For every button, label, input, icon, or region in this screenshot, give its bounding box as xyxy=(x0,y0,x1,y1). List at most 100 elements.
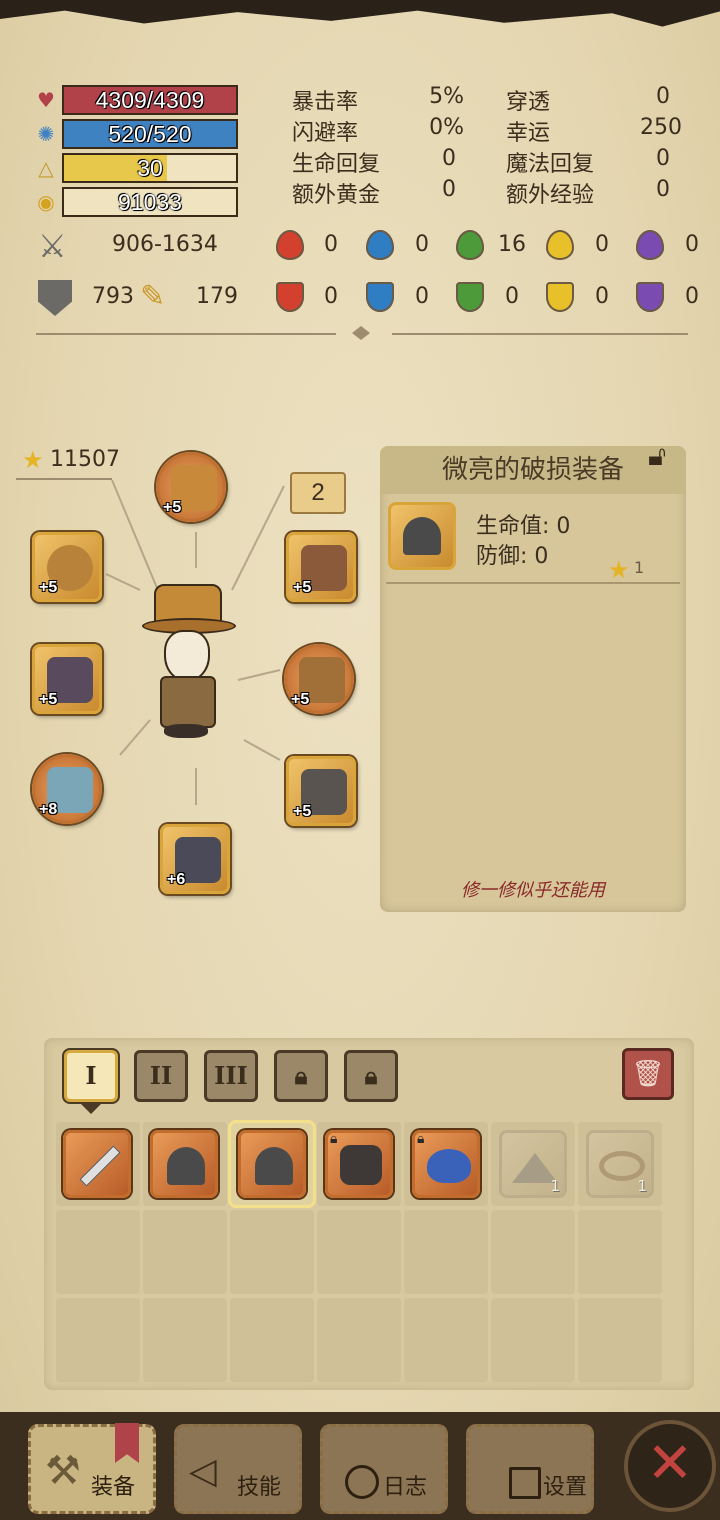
inventory-cell[interactable] xyxy=(491,1298,575,1382)
gold-icon: ◉ xyxy=(37,190,55,214)
inventory-cell[interactable] xyxy=(143,1210,227,1294)
water-resist-icon xyxy=(366,282,394,312)
tab-bag-4-locked[interactable]: 🔒︎ xyxy=(274,1050,328,1102)
hp-regen-value: 0 xyxy=(442,146,456,171)
inventory-cell[interactable] xyxy=(230,1298,314,1382)
broken-gear-icon xyxy=(403,517,441,555)
home-circle-icon xyxy=(345,1465,379,1499)
inventory-cell[interactable] xyxy=(230,1210,314,1294)
dark-resist-value: 0 xyxy=(685,284,699,309)
level-icon: △ xyxy=(38,156,54,180)
ring-slot[interactable]: +5 xyxy=(32,532,102,602)
nav-settings[interactable]: 设置 xyxy=(466,1424,594,1514)
inventory-cell[interactable] xyxy=(56,1298,140,1382)
inventory-cell[interactable] xyxy=(578,1210,662,1294)
nature-attack-value: 16 xyxy=(498,232,526,257)
nature-resist-value: 0 xyxy=(505,284,519,309)
tab-bag-1[interactable]: I xyxy=(64,1050,118,1102)
inventory-item-feather-boa[interactable]: 🔒︎ xyxy=(412,1130,480,1198)
nav-skills[interactable]: ◁ 技能 xyxy=(174,1424,302,1514)
light-resist-icon xyxy=(546,282,574,312)
close-button[interactable]: ✕ xyxy=(624,1420,716,1512)
helmet-enhance-level: +5 xyxy=(163,499,182,516)
dark-attack-icon xyxy=(636,230,664,260)
inventory-item-sand-pile[interactable]: 1 xyxy=(499,1130,567,1198)
item-flavor-text: 修一修似乎还能用 xyxy=(461,880,605,901)
heart-icon: ♥ xyxy=(37,88,55,112)
character-portrait xyxy=(134,584,244,744)
unlock-icon[interactable]: 🔓︎ xyxy=(648,440,682,472)
magic-defense-value: 179 xyxy=(196,284,238,309)
weapon-slot[interactable]: +5 xyxy=(32,644,102,714)
mp-regen-value: 0 xyxy=(656,146,670,171)
dark-resist-icon xyxy=(636,282,664,312)
bracer-enhance-level: +8 xyxy=(39,801,58,818)
tab-bag-5-locked[interactable]: 🔒︎ xyxy=(344,1050,398,1102)
nav-settings-label: 设置 xyxy=(543,1475,588,1500)
inventory-cell[interactable] xyxy=(56,1210,140,1294)
inventory-item-sword[interactable] xyxy=(63,1130,131,1198)
recents-square-icon xyxy=(509,1467,541,1499)
level-value: 30 xyxy=(137,155,163,181)
inventory-cell[interactable] xyxy=(317,1298,401,1382)
loadout-number-tag[interactable]: 2 xyxy=(290,472,346,514)
lock-icon: 🔒︎ xyxy=(417,1131,425,1147)
tab-bag-2[interactable]: II xyxy=(134,1050,188,1102)
broken-gear-icon xyxy=(255,1147,293,1185)
close-icon: ✕ xyxy=(646,1431,694,1496)
level-bar: 30 xyxy=(62,153,238,183)
item-star-icon: ★ xyxy=(608,556,630,584)
inventory-cell[interactable] xyxy=(317,1210,401,1294)
inventory-item-gauntlet[interactable]: 🔒︎ xyxy=(325,1130,393,1198)
inventory-cell[interactable] xyxy=(143,1298,227,1382)
bracer-slot[interactable]: +8 xyxy=(32,754,102,824)
tab-bag-3[interactable]: III xyxy=(204,1050,258,1102)
equipment-icon: ⚒ xyxy=(45,1448,81,1494)
item-detail-panel: 微亮的破损装备 🔓︎ 生命值: 0 防御: 0 ★ 1 修一修似乎还能用 xyxy=(380,440,686,912)
boots-slot[interactable]: +6 xyxy=(160,824,230,894)
divider-left xyxy=(36,333,336,335)
amulet-slot[interactable]: +5 xyxy=(286,532,356,602)
inventory-cell[interactable] xyxy=(404,1298,488,1382)
light-attack-value: 0 xyxy=(595,232,609,257)
crit-rate-value: 5% xyxy=(429,84,464,109)
trash-icon[interactable]: 🗑︎ xyxy=(622,1048,674,1100)
magic-staff-icon: ✎ xyxy=(140,279,166,314)
boots-enhance-level: +6 xyxy=(167,871,186,888)
lock-icon: 🔒︎ xyxy=(364,1061,378,1090)
ring-enhance-level: +5 xyxy=(39,579,58,596)
nav-equipment[interactable]: ⚒ 装备 xyxy=(28,1423,156,1514)
inventory-cell[interactable] xyxy=(491,1210,575,1294)
inventory-cell[interactable] xyxy=(404,1210,488,1294)
hp-bar: 4309/4309 xyxy=(62,85,238,115)
attack-range: 906-1634 xyxy=(112,232,218,257)
penetration-value: 0 xyxy=(656,84,670,109)
gold-bar: 91033 xyxy=(62,187,238,217)
nav-log-label: 日志 xyxy=(383,1475,428,1500)
crossed-swords-icon: ⚔ xyxy=(38,227,67,265)
nav-equipment-label: 装备 xyxy=(91,1475,136,1500)
penetration-label: 穿透 xyxy=(506,90,551,115)
weapon-enhance-level: +5 xyxy=(39,691,58,708)
mana-icon: ✺ xyxy=(37,122,55,146)
bookmark-icon xyxy=(115,1423,139,1463)
inventory-cell[interactable] xyxy=(578,1298,662,1382)
feather-boa-icon xyxy=(427,1149,471,1183)
armor-slot[interactable]: +5 xyxy=(284,644,354,714)
mp-value: 520/520 xyxy=(108,121,192,147)
helmet-slot[interactable]: +5 xyxy=(156,452,226,522)
divider-right xyxy=(392,333,688,335)
fire-resist-icon xyxy=(276,282,304,312)
extra-exp-label: 额外经验 xyxy=(506,183,595,208)
character-face xyxy=(164,630,210,682)
gloves-slot[interactable]: +5 xyxy=(286,756,356,826)
inventory-item-broken-gear-selected[interactable] xyxy=(238,1130,306,1198)
light-resist-value: 0 xyxy=(595,284,609,309)
nav-log[interactable]: 日志 xyxy=(320,1424,448,1514)
character-body xyxy=(160,676,216,728)
inventory-item-horn[interactable]: 1 xyxy=(586,1130,654,1198)
panel-divider xyxy=(386,582,680,584)
inventory-item-broken-gear[interactable] xyxy=(150,1130,218,1198)
hp-regen-label: 生命回复 xyxy=(292,152,381,177)
defense-value: 793 xyxy=(92,284,134,309)
